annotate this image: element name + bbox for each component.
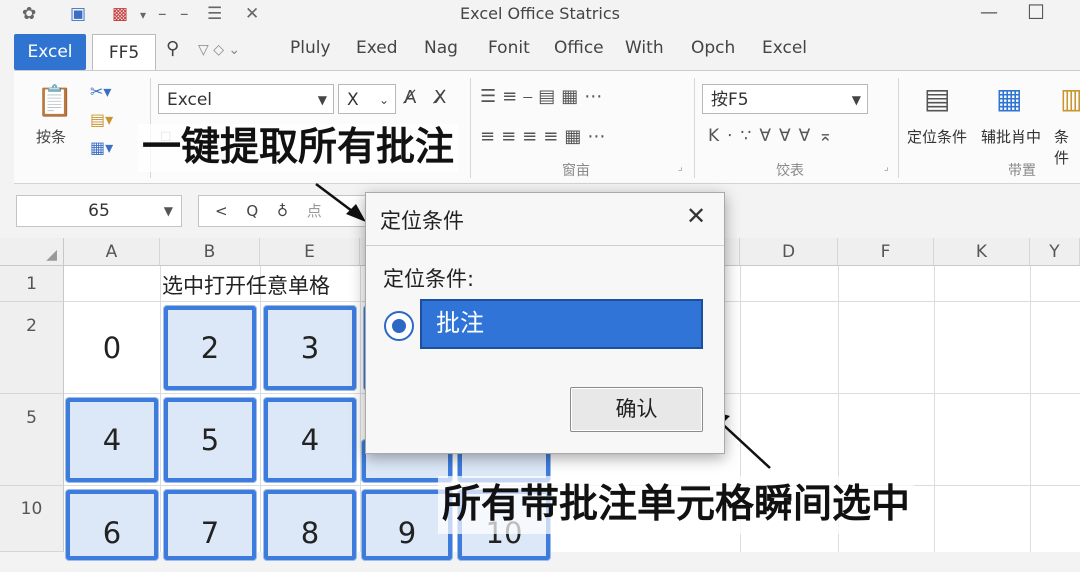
dialog-label: 定位条件: xyxy=(383,267,475,291)
annotation-bottom: 所有带批注单元格瞬间选中 xyxy=(438,476,915,534)
dialog-divider xyxy=(366,245,724,246)
close-icon[interactable]: ✕ xyxy=(686,202,706,230)
arrow-bottom xyxy=(717,419,771,469)
dialog-title: 定位条件 xyxy=(380,209,464,233)
arrow-top xyxy=(315,183,357,215)
radio-dot-icon xyxy=(392,319,406,333)
comments-option[interactable]: 批注 xyxy=(420,299,703,349)
ok-button[interactable]: 确认 xyxy=(570,387,703,432)
arrowhead-top xyxy=(346,204,366,222)
